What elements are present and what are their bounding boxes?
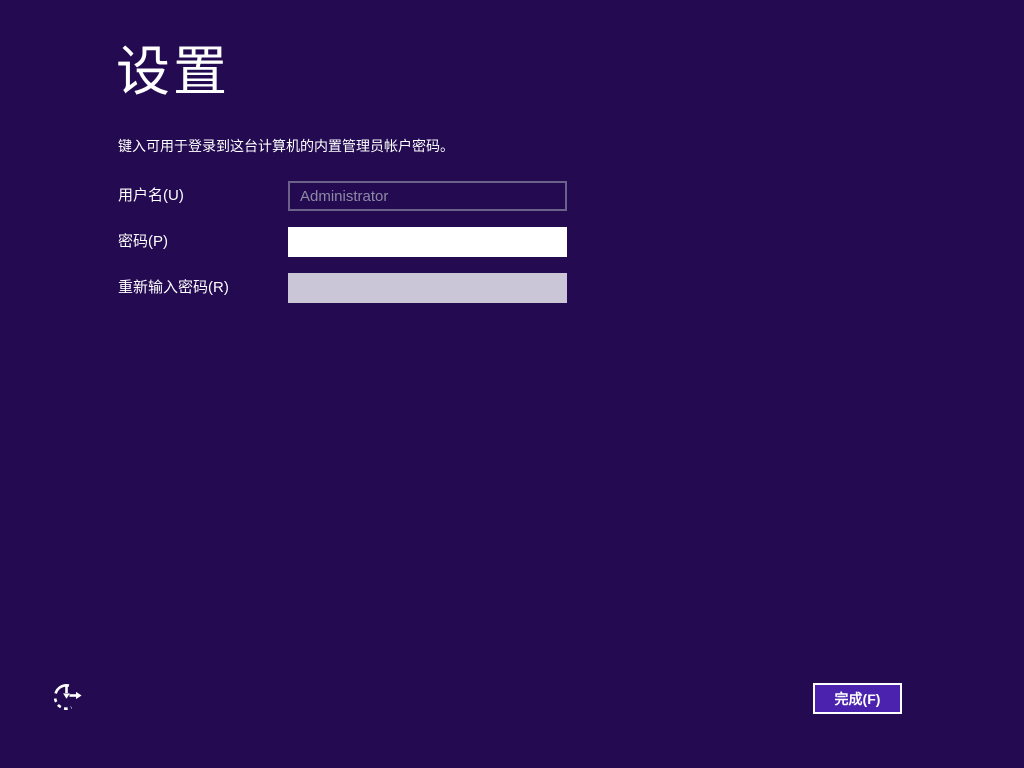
oobe-settings-screen: 设置 键入可用于登录到这台计算机的内置管理员帐户密码。 用户名(U) 密码(P)…: [0, 0, 1024, 768]
ease-of-access-button[interactable]: [50, 682, 84, 714]
confirm-password-row: 重新输入密码(R): [118, 273, 567, 303]
username-row: 用户名(U): [118, 181, 567, 211]
password-field[interactable]: [288, 227, 567, 257]
finish-button[interactable]: 完成(F): [813, 683, 902, 714]
password-label: 密码(P): [118, 233, 168, 250]
ease-of-access-icon: [51, 683, 83, 715]
confirm-password-label: 重新输入密码(R): [118, 279, 229, 296]
page-subtitle: 键入可用于登录到这台计算机的内置管理员帐户密码。: [118, 138, 454, 154]
username-label: 用户名(U): [118, 187, 184, 204]
username-field: [288, 181, 567, 211]
admin-password-form: 用户名(U) 密码(P) 重新输入密码(R): [118, 181, 567, 319]
page-title: 设置: [116, 42, 230, 102]
confirm-password-field[interactable]: [288, 273, 567, 303]
password-row: 密码(P): [118, 227, 567, 257]
